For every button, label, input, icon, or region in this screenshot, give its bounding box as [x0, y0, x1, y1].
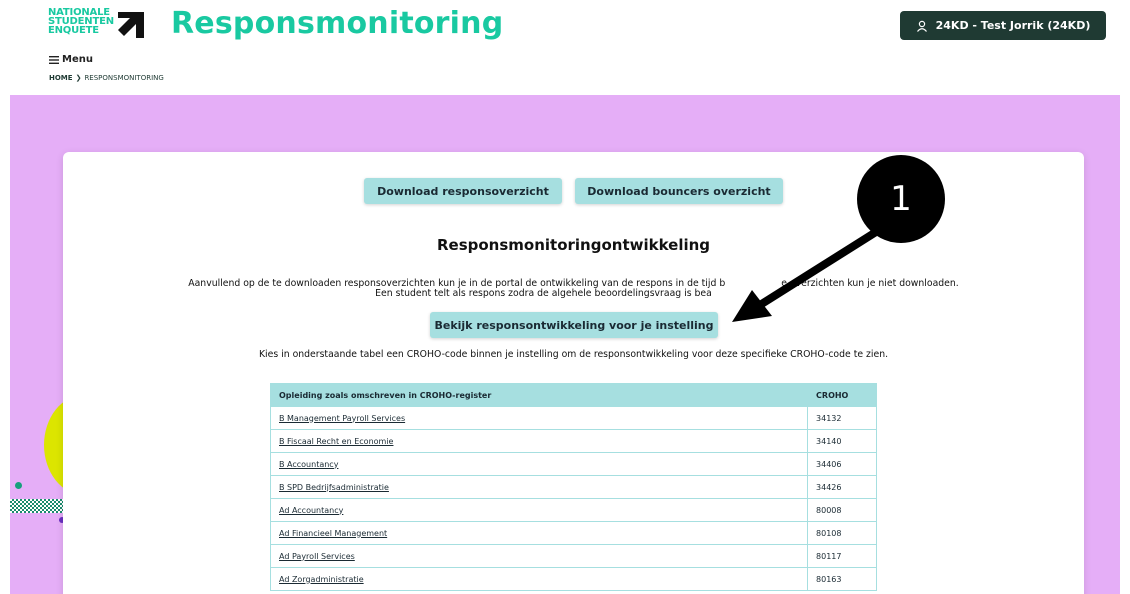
column-header-name: Opleiding zoals omschreven in CROHO-regi… [269, 383, 809, 407]
croho-program-link[interactable]: Ad Accountancy [269, 498, 809, 522]
annotation-marker: 1 [857, 155, 945, 243]
croho-code: 80117 [807, 544, 877, 568]
decorative-checker [10, 499, 66, 513]
table-row: B SPD Bedrijfsadministratie 34426 [269, 475, 877, 499]
section-title: Responsmonitoringontwikkeling [436, 236, 711, 254]
croho-code: 80008 [807, 498, 877, 522]
column-header-code: CROHO [807, 383, 877, 407]
croho-program-link[interactable]: B Management Payroll Services [269, 406, 809, 430]
hamburger-icon [49, 55, 59, 64]
croho-code: 34406 [807, 452, 877, 476]
table-row: Ad Zorgadministratie 80163 [269, 567, 877, 591]
table-row: B Fiscaal Recht en Economie 34140 [269, 429, 877, 453]
menu-toggle[interactable]: Menu [49, 54, 93, 65]
table-row: Ad Accountancy 80008 [269, 498, 877, 522]
download-response-button[interactable]: Download responsoverzicht [364, 178, 562, 204]
logo-arrow-icon [117, 12, 144, 38]
view-response-development-button[interactable]: Bekijk responsontwikkeling voor je inste… [430, 312, 718, 338]
decorative-dot [15, 482, 22, 489]
table-header-row: Opleiding zoals omschreven in CROHO-regi… [269, 383, 877, 407]
croho-code: 34426 [807, 475, 877, 499]
table-row: Ad Payroll Services 80117 [269, 544, 877, 568]
croho-code: 34140 [807, 429, 877, 453]
table-row: B Accountancy 34406 [269, 452, 877, 476]
croho-table: Opleiding zoals omschreven in CROHO-regi… [269, 383, 877, 591]
download-bouncers-button[interactable]: Download bouncers overzicht [575, 178, 783, 204]
menu-label: Menu [62, 54, 93, 65]
user-button-label: 24KD - Test Jorrik (24KD) [935, 19, 1091, 32]
user-icon [916, 20, 927, 32]
table-row: Ad Financieel Management 80108 [269, 521, 877, 545]
croho-code: 80108 [807, 521, 877, 545]
croho-program-link[interactable]: B SPD Bedrijfsadministratie [269, 475, 809, 499]
breadcrumb-current: RESPONSMONITORING [84, 74, 164, 82]
nse-logo[interactable]: NATIONALE STUDENTEN ENQUETE [48, 8, 146, 40]
croho-code: 80163 [807, 567, 877, 591]
croho-program-link[interactable]: Ad Financieel Management [269, 521, 809, 545]
croho-program-link[interactable]: B Accountancy [269, 452, 809, 476]
croho-program-link[interactable]: Ad Payroll Services [269, 544, 809, 568]
intro-text-line2: Een student telt als respons zodra de al… [375, 288, 712, 299]
chevron-right-icon: ❯ [75, 74, 82, 82]
logo-text: NATIONALE STUDENTEN ENQUETE [48, 7, 114, 36]
croho-code: 34132 [807, 406, 877, 430]
app-title: Responsmonitoring [171, 6, 504, 41]
table-row: B Management Payroll Services 34132 [269, 406, 877, 430]
instruction-text: Kies in onderstaande tabel een CROHO-cod… [258, 349, 889, 360]
croho-program-link[interactable]: Ad Zorgadministratie [269, 567, 809, 591]
croho-program-link[interactable]: B Fiscaal Recht en Economie [269, 429, 809, 453]
header: NATIONALE STUDENTEN ENQUETE Responsmonit… [0, 0, 1130, 95]
breadcrumb: HOME ❯ RESPONSMONITORING [49, 74, 164, 82]
breadcrumb-home[interactable]: HOME [49, 74, 73, 82]
user-account-button[interactable]: 24KD - Test Jorrik (24KD) [900, 11, 1106, 40]
